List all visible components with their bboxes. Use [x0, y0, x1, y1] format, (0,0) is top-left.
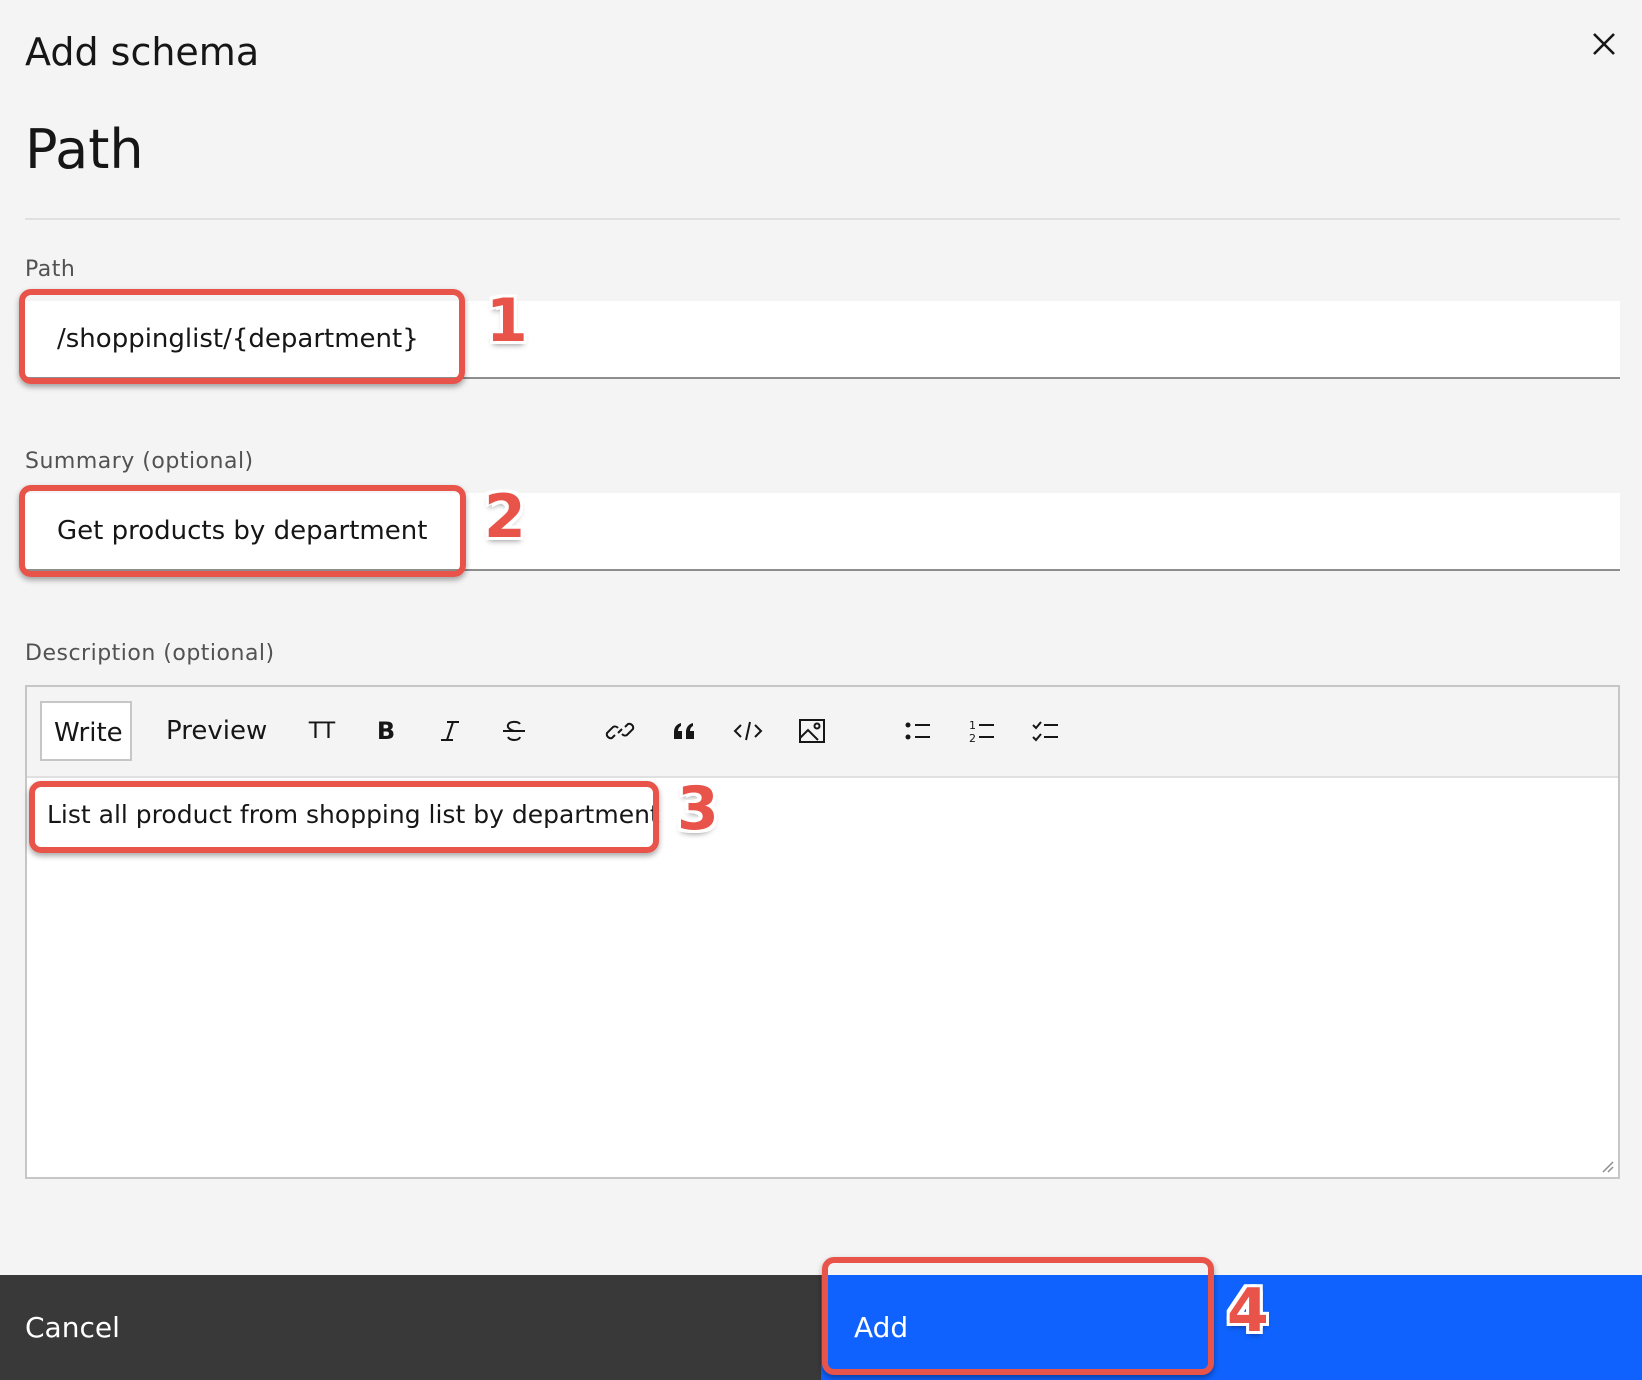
bulleted-list-icon[interactable]: [902, 715, 934, 747]
quote-icon[interactable]: [668, 715, 700, 747]
link-icon[interactable]: [604, 715, 636, 747]
svg-text:2: 2: [969, 732, 976, 745]
callout-number-3: 3: [677, 774, 719, 844]
editor-toolbar: Write Preview TT B 1 2: [27, 687, 1618, 778]
callout-number-4: 4: [1227, 1276, 1269, 1346]
callout-number-1: 1: [486, 286, 528, 356]
numbered-list-icon[interactable]: 1 2: [966, 715, 998, 747]
image-icon[interactable]: [796, 715, 828, 747]
description-editor[interactable]: Write Preview TT B 1 2 List all product …: [25, 685, 1620, 1179]
callout-box-3: [29, 781, 659, 853]
strikethrough-icon[interactable]: [498, 715, 530, 747]
description-label: Description (optional): [25, 641, 275, 666]
cancel-button[interactable]: Cancel: [0, 1275, 821, 1380]
close-icon[interactable]: [1588, 28, 1620, 60]
modal-label: Add schema: [25, 30, 260, 74]
callout-number-2: 2: [484, 482, 526, 552]
tab-write[interactable]: Write: [40, 701, 132, 761]
modal-footer: Cancel Add: [0, 1275, 1642, 1380]
modal-heading: Path: [25, 118, 144, 181]
summary-label: Summary (optional): [25, 449, 254, 474]
header-divider: [25, 218, 1620, 220]
callout-box-1: [19, 289, 465, 384]
path-label: Path: [25, 257, 76, 282]
bold-icon[interactable]: B: [370, 715, 402, 747]
code-icon[interactable]: [732, 715, 764, 747]
callout-box-4: [822, 1257, 1214, 1375]
italic-icon[interactable]: [434, 715, 466, 747]
svg-text:1: 1: [969, 719, 976, 732]
task-list-icon[interactable]: [1030, 715, 1062, 747]
tab-preview[interactable]: Preview: [154, 701, 279, 761]
callout-box-2: [19, 485, 466, 577]
text-size-icon[interactable]: TT: [306, 715, 338, 747]
resize-handle[interactable]: [1600, 1159, 1614, 1173]
